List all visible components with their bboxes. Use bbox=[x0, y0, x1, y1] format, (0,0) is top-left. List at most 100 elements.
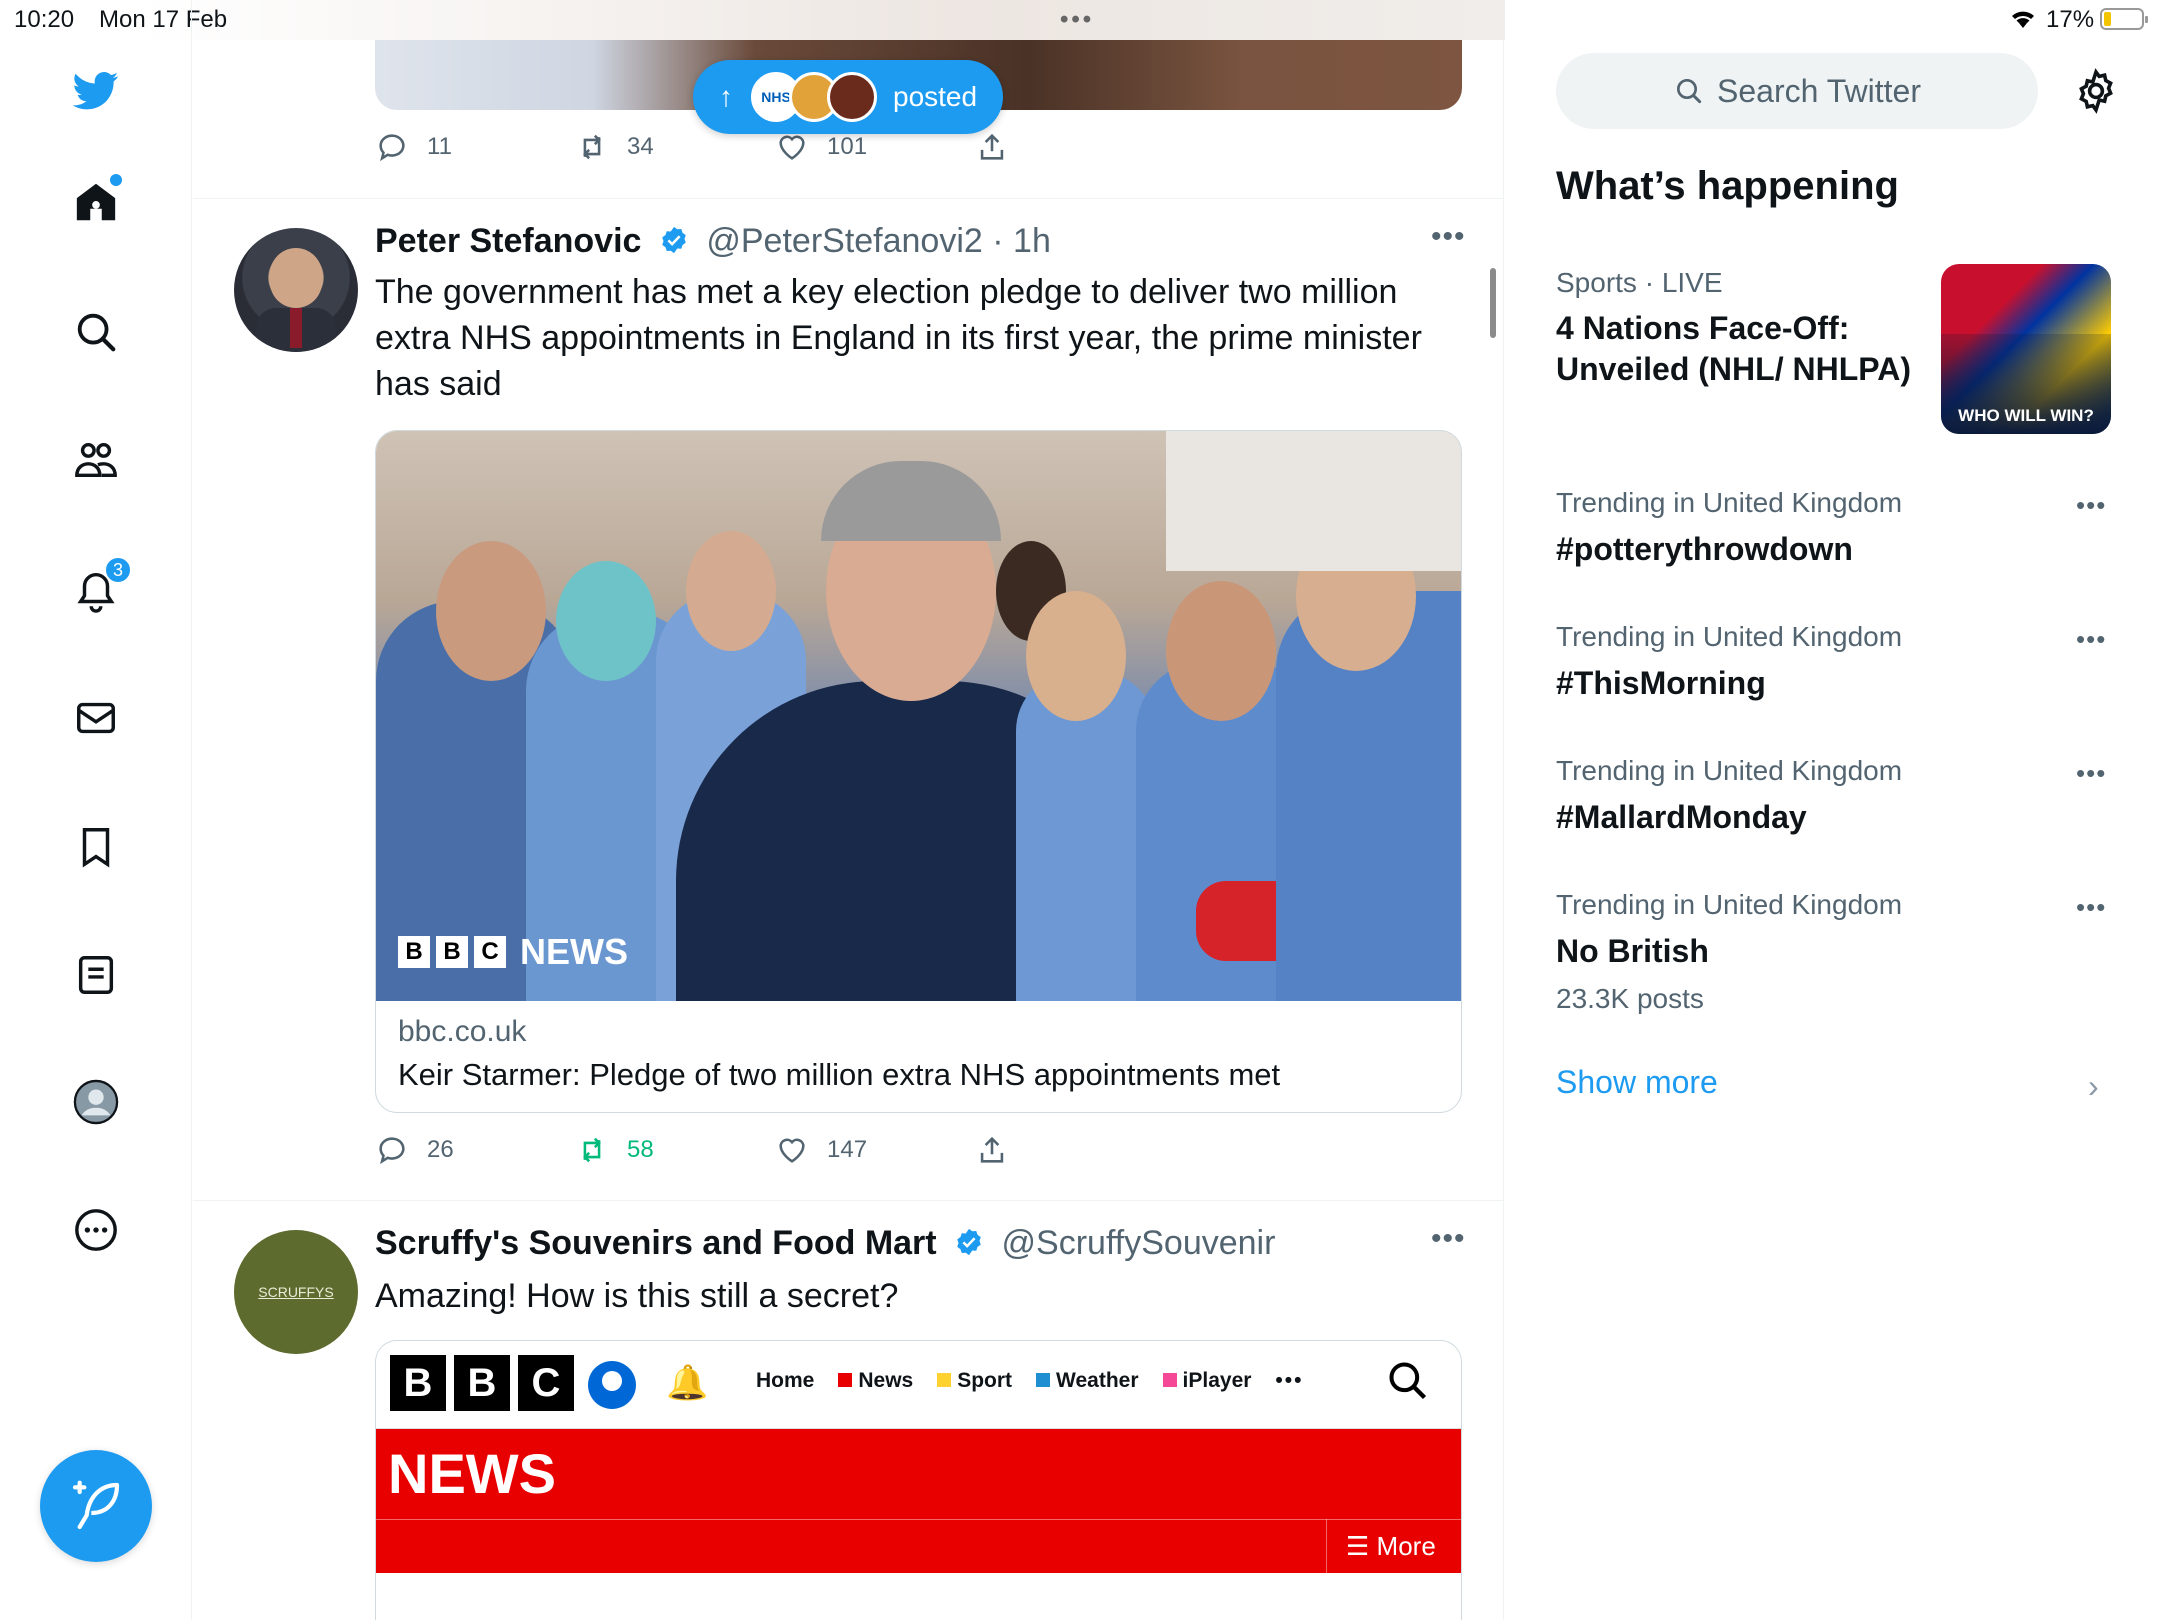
trend-post-count: 23.3K posts bbox=[1556, 983, 1704, 1014]
reply-icon bbox=[379, 1137, 405, 1165]
communities-icon[interactable] bbox=[66, 430, 126, 490]
retweet-button[interactable]: 58 bbox=[575, 1133, 654, 1167]
timeline-scrollbar[interactable] bbox=[1490, 268, 1496, 338]
quoted-image-card[interactable]: B B C 🔔 Home News Sport Weather iPlayer … bbox=[375, 1340, 1462, 1620]
trend-meta: Trending in United Kingdom bbox=[1556, 487, 1903, 518]
link-card-image: B B C NEWS bbox=[376, 431, 1461, 1001]
reply-button[interactable]: 11 bbox=[375, 130, 452, 164]
featured-trend-meta: Sports · LIVE bbox=[1556, 267, 1723, 299]
share-button[interactable] bbox=[975, 1133, 1009, 1167]
retweet-icon bbox=[583, 134, 601, 160]
home-icon[interactable] bbox=[66, 172, 126, 232]
messages-envelope-icon[interactable] bbox=[66, 688, 126, 748]
bbc-news-watermark: B B C NEWS bbox=[398, 931, 628, 973]
bookmarks-icon[interactable] bbox=[66, 817, 126, 877]
share-icon bbox=[980, 133, 1004, 160]
notifications-bell-icon[interactable]: 3 bbox=[66, 556, 132, 620]
bbc-nav: Home News Sport Weather iPlayer ••• bbox=[756, 1369, 1304, 1392]
home-unread-dot bbox=[110, 174, 122, 186]
tweet-header: Peter Stefanovic @PeterStefanovi2 · 1h bbox=[375, 222, 1051, 261]
compose-feather-icon bbox=[72, 1480, 120, 1530]
tweet-actions: 26 58 147 bbox=[375, 1133, 1462, 1173]
retweet-button[interactable]: 34 bbox=[575, 130, 654, 164]
like-button[interactable]: 147 bbox=[775, 1133, 867, 1167]
trend-more-options-icon[interactable]: ••• bbox=[2076, 624, 2106, 655]
bell-icon: 🔔 bbox=[666, 1364, 709, 1402]
share-icon bbox=[980, 1136, 1004, 1163]
lists-icon[interactable] bbox=[66, 945, 126, 1005]
battery-icon bbox=[2100, 8, 2148, 30]
compose-tweet-button[interactable] bbox=[40, 1450, 152, 1562]
bbc-logo: B B C bbox=[390, 1355, 574, 1411]
battery-percent: 17% bbox=[2046, 6, 2095, 33]
link-card[interactable]: B B C NEWS bbc.co.uk Keir Starmer: Pledg… bbox=[375, 430, 1462, 1113]
link-card-domain: bbc.co.uk bbox=[398, 1015, 527, 1048]
tweet-avatar[interactable]: SCRUFFYS bbox=[234, 1230, 358, 1354]
chevron-right-icon: › bbox=[2088, 1068, 2099, 1104]
twitter-bird-logo-icon[interactable] bbox=[66, 60, 126, 120]
link-card-title: Keir Starmer: Pledge of two million extr… bbox=[398, 1057, 1281, 1092]
heart-icon bbox=[779, 135, 805, 160]
status-bar: 10:20 Mon 17 Feb ••• 17% bbox=[0, 0, 2160, 40]
arrow-up-icon: ↑ bbox=[719, 81, 733, 112]
featured-category: Sports bbox=[1556, 267, 1637, 298]
explore-search-icon[interactable] bbox=[66, 302, 126, 362]
profile-avatar-icon[interactable] bbox=[66, 1072, 126, 1132]
show-more-link[interactable]: Show more bbox=[1556, 1064, 1718, 1101]
retweet-icon bbox=[583, 1137, 601, 1163]
verified-badge-icon bbox=[957, 1228, 981, 1256]
featured-image-caption: WHO WILL WIN? bbox=[1958, 406, 2094, 425]
trend-title[interactable]: #MallardMonday bbox=[1556, 797, 1807, 838]
search-twitter-input[interactable]: Search Twitter bbox=[1556, 53, 2038, 129]
like-count: 147 bbox=[827, 1136, 868, 1163]
tweet-more-options-icon[interactable]: ••• bbox=[1431, 220, 1466, 254]
tweet-timestamp[interactable]: · 1h bbox=[992, 222, 1051, 260]
tweet-more-options-icon[interactable]: ••• bbox=[1431, 1222, 1466, 1256]
like-button[interactable]: 101 bbox=[775, 130, 867, 164]
bbc-header: B B C 🔔 Home News Sport Weather iPlayer … bbox=[376, 1341, 1461, 1429]
reply-count: 26 bbox=[427, 1136, 454, 1163]
trend-meta: Trending in United Kingdom bbox=[1556, 621, 1903, 652]
timeline: 11 34 101 ↑ NHS posted Peter Stefanovic … bbox=[193, 40, 1504, 1620]
avatar-logo-text: SCRUFFYS bbox=[258, 1284, 334, 1300]
search-icon bbox=[1386, 1359, 1430, 1408]
tweet-text: Amazing! How is this still a secret? bbox=[375, 1277, 899, 1315]
like-count: 101 bbox=[827, 133, 868, 160]
verified-badge-icon bbox=[662, 226, 686, 254]
posted-avatar-3 bbox=[827, 72, 877, 122]
previous-tweet-actions: 11 34 101 bbox=[375, 130, 1462, 170]
trend-meta: Trending in United Kingdom bbox=[1556, 889, 1903, 920]
retweet-count: 34 bbox=[627, 133, 654, 160]
new-posts-pill[interactable]: ↑ NHS posted bbox=[693, 60, 1003, 134]
reply-icon bbox=[379, 134, 405, 162]
heart-icon bbox=[779, 1138, 805, 1163]
tweet-author-name[interactable]: Scruffy's Souvenirs and Food Mart bbox=[375, 1224, 937, 1262]
trend-title[interactable]: No British bbox=[1556, 931, 1709, 972]
trend-more-options-icon[interactable]: ••• bbox=[2076, 758, 2106, 789]
tweet-author-handle[interactable]: @ScruffySouvenir bbox=[1002, 1224, 1276, 1262]
search-placeholder: Search Twitter bbox=[1717, 72, 1921, 109]
account-icon bbox=[588, 1361, 636, 1409]
trend-meta: Trending in United Kingdom bbox=[1556, 755, 1903, 786]
headline-cropped bbox=[396, 1609, 1296, 1620]
more-options-circle-icon[interactable] bbox=[66, 1200, 126, 1260]
trend-title[interactable]: #potterythrowdown bbox=[1556, 529, 1853, 570]
posted-label: posted bbox=[893, 81, 978, 112]
tweet-avatar[interactable] bbox=[234, 228, 358, 352]
tweet-text: The government has met a key election pl… bbox=[375, 273, 1422, 403]
trend-more-options-icon[interactable]: ••• bbox=[2076, 490, 2106, 521]
tweet-author-name[interactable]: Peter Stefanovic bbox=[375, 222, 641, 260]
settings-gear-icon[interactable] bbox=[2072, 67, 2120, 115]
featured-trend-title[interactable]: 4 Nations Face-Off: Unveiled (NHL/ NHLPA… bbox=[1556, 308, 1916, 390]
trend-more-options-icon[interactable]: ••• bbox=[2076, 892, 2106, 923]
reply-button[interactable]: 26 bbox=[375, 1133, 454, 1167]
divider bbox=[193, 1200, 1504, 1201]
featured-trend-image[interactable]: WHO WILL WIN? bbox=[1941, 264, 2111, 434]
divider bbox=[193, 198, 1504, 199]
tweet-author-handle[interactable]: @PeterStefanovi2 bbox=[706, 222, 982, 260]
multitasking-dots-icon[interactable]: ••• bbox=[1060, 6, 1094, 34]
share-button[interactable] bbox=[975, 130, 1009, 164]
tweet-header: Scruffy's Souvenirs and Food Mart @Scruf… bbox=[375, 1224, 1275, 1263]
trend-title[interactable]: #ThisMorning bbox=[1556, 663, 1766, 704]
featured-live: · LIVE bbox=[1644, 267, 1723, 298]
